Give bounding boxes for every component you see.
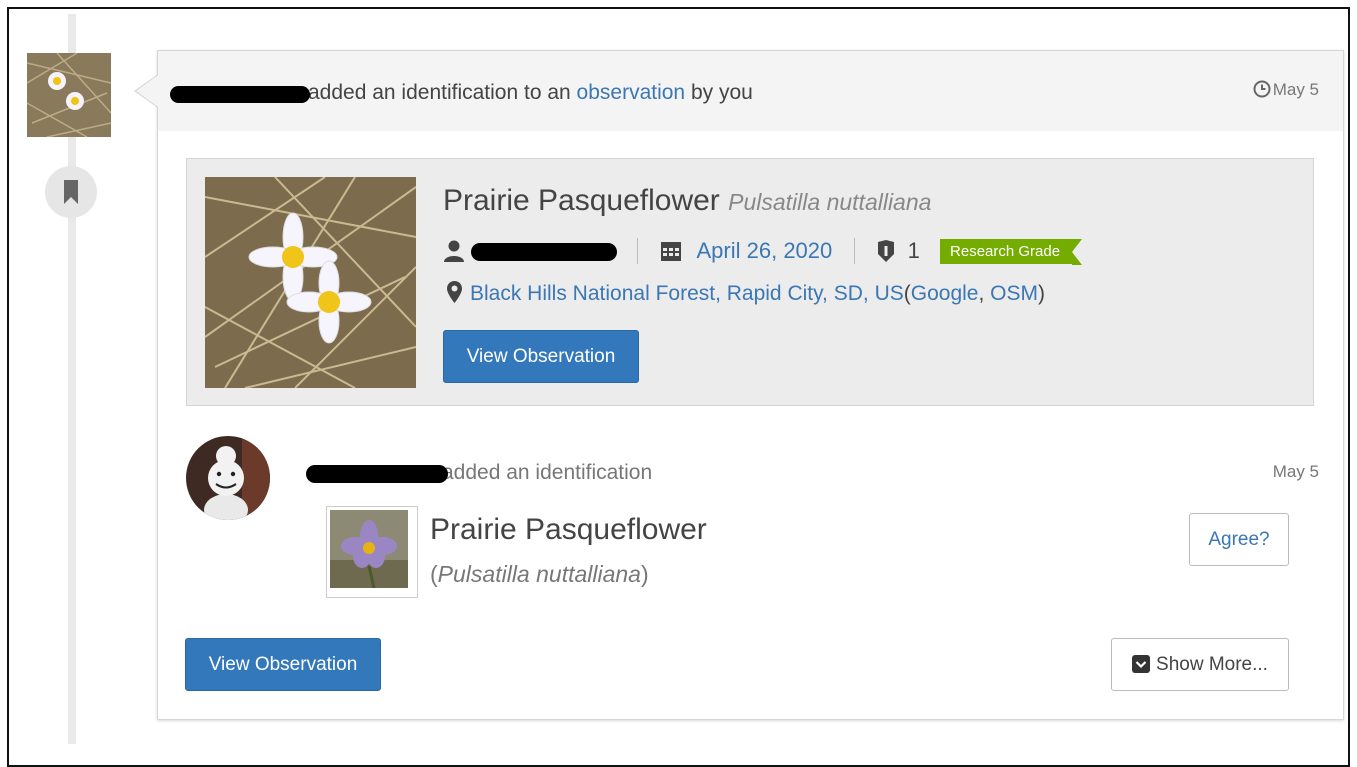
identification-time: May 5 xyxy=(1272,462,1319,481)
redaction-bar xyxy=(306,465,448,483)
user-icon xyxy=(444,240,464,263)
card-header: added an identification to an observatio… xyxy=(158,51,1343,131)
bookmark-icon xyxy=(64,180,78,204)
google-map-link[interactable]: Google xyxy=(911,282,979,305)
location-link[interactable]: Black Hills National Forest, Rapid City,… xyxy=(470,282,904,305)
agree-button[interactable]: Agree? xyxy=(1189,513,1289,566)
osm-map-link[interactable]: OSM xyxy=(990,282,1038,305)
meta-divider xyxy=(637,238,639,265)
identification-common-name[interactable]: Prairie Pasqueflower xyxy=(430,513,707,547)
calendar-icon xyxy=(661,242,682,262)
observation-common-name[interactable]: Prairie Pasqueflower xyxy=(443,184,720,217)
activity-card: added an identification to an observatio… xyxy=(157,50,1344,720)
identification-taxon-link[interactable]: Pulsatilla nuttalliana xyxy=(438,561,641,587)
observation-photo[interactable] xyxy=(205,177,416,388)
observation-location: Black Hills National Forest, Rapid City,… xyxy=(447,281,1045,306)
identification-count: 1 xyxy=(907,238,920,264)
map-marker-icon xyxy=(447,281,462,303)
observation-link[interactable]: observation xyxy=(577,81,686,104)
identification-scientific-name: (Pulsatilla nuttalliana) xyxy=(430,561,649,587)
redaction-bar xyxy=(471,243,617,261)
observation-title: Prairie Pasqueflower Pulsatilla nuttalli… xyxy=(443,184,931,218)
card-pointer-inner xyxy=(136,75,158,107)
meta-divider xyxy=(854,238,856,265)
show-more-button[interactable]: Show More... xyxy=(1111,638,1289,691)
redaction-bar xyxy=(170,86,310,103)
taxon-photo[interactable] xyxy=(326,506,418,598)
identification-shield-icon xyxy=(877,240,894,263)
observation-summary: Prairie Pasqueflower Pulsatilla nuttalli… xyxy=(186,158,1314,406)
chevron-square-down-icon xyxy=(1132,654,1151,673)
observation-thumbnail[interactable] xyxy=(27,53,111,137)
identifier-avatar[interactable] xyxy=(186,436,270,520)
observation-scientific-name[interactable]: Pulsatilla nuttalliana xyxy=(728,189,931,215)
bookmark-button[interactable] xyxy=(45,166,97,218)
view-observation-button[interactable]: View Observation xyxy=(443,330,639,383)
research-grade-badge: Research Grade xyxy=(940,238,1083,265)
notification-time: May 5 xyxy=(1253,80,1319,100)
clock-icon xyxy=(1253,80,1271,98)
view-observation-button-footer[interactable]: View Observation xyxy=(185,638,381,691)
observation-date-link[interactable]: April 26, 2020 xyxy=(697,238,833,264)
identification-activity-text: added an identification xyxy=(442,461,653,484)
